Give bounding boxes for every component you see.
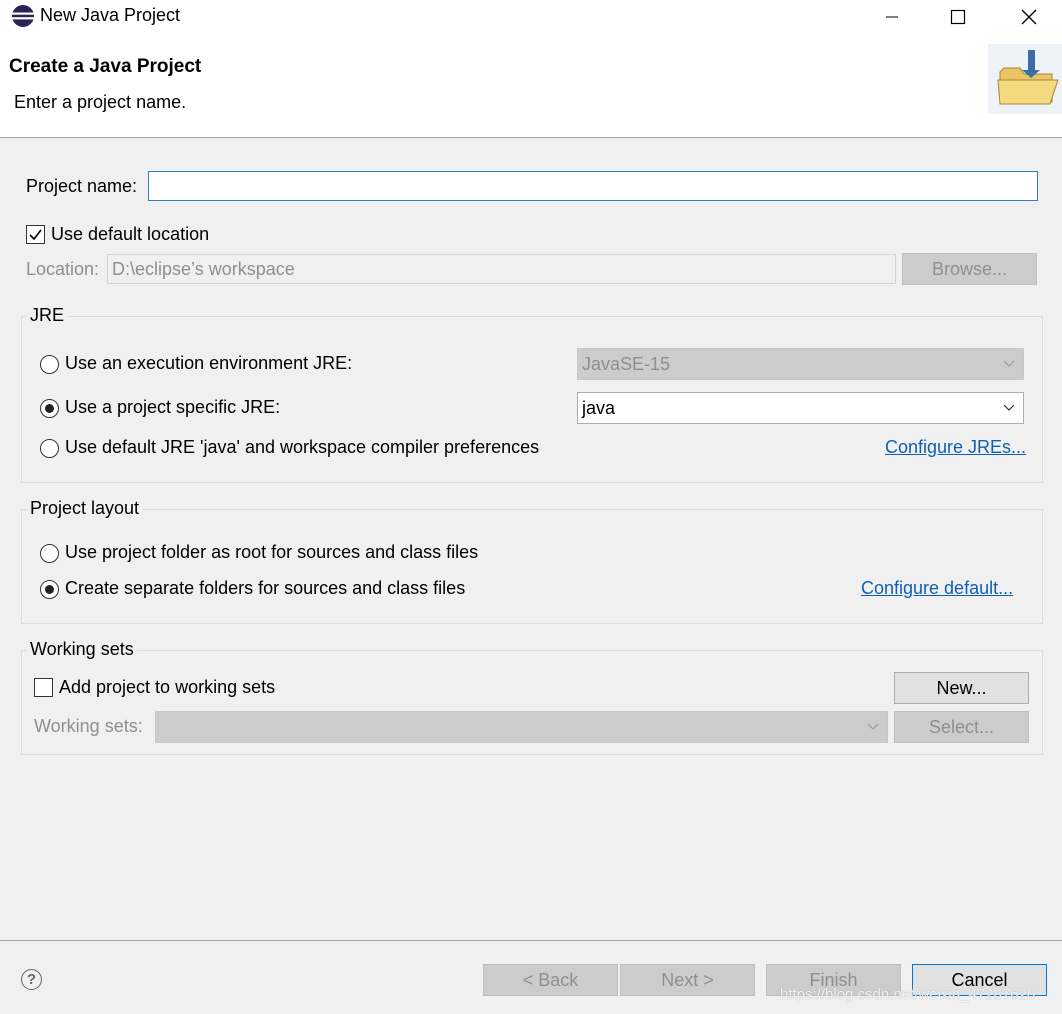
- layout-project-root-radio[interactable]: [40, 544, 59, 563]
- working-sets-group-title: Working sets: [27, 639, 137, 660]
- eclipse-icon: [12, 5, 34, 27]
- back-button[interactable]: < Back: [483, 964, 618, 996]
- project-layout-group-title: Project layout: [27, 498, 143, 519]
- select-working-sets-button[interactable]: Select...: [894, 711, 1029, 743]
- footer-divider: [0, 940, 1062, 941]
- location-input[interactable]: D:\eclipse’s workspace: [107, 254, 896, 284]
- maximize-icon: [950, 9, 966, 25]
- next-button[interactable]: Next >: [620, 964, 755, 996]
- project-name-label: Project name:: [26, 176, 138, 196]
- execution-env-value: JavaSE-15: [582, 354, 671, 374]
- jre-project-specific-radio[interactable]: [40, 399, 59, 418]
- maximize-button[interactable]: [928, 0, 988, 34]
- chevron-down-icon: [1003, 404, 1015, 411]
- jre-execution-env-radio[interactable]: [40, 355, 59, 374]
- location-label: Location:: [26, 259, 100, 279]
- help-icon[interactable]: ?: [21, 969, 42, 990]
- layout-separate-folders-radio[interactable]: [40, 580, 59, 599]
- minimize-button[interactable]: [862, 0, 922, 34]
- page-title: Create a Java Project: [9, 56, 202, 77]
- chevron-down-icon: [867, 723, 879, 730]
- jre-group-title: JRE: [27, 305, 68, 326]
- new-project-folder-icon: [988, 44, 1062, 114]
- use-default-location-label[interactable]: Use default location: [51, 224, 209, 245]
- title-bar: New Java Project: [0, 0, 1062, 34]
- configure-default-link[interactable]: Configure default...: [861, 578, 1013, 599]
- project-name-input[interactable]: [148, 171, 1038, 201]
- jre-default-label[interactable]: Use default JRE 'java' and workspace com…: [65, 437, 539, 458]
- project-layout-group: [21, 509, 1043, 624]
- jre-default-radio[interactable]: [40, 439, 59, 458]
- jre-execution-env-label[interactable]: Use an execution environment JRE:: [65, 353, 352, 374]
- working-sets-label: Working sets:: [34, 716, 143, 736]
- watermark-text: https://blog.csdn.net/weixin_47287620: [780, 986, 1036, 1003]
- close-button[interactable]: [999, 0, 1059, 34]
- page-message: Enter a project name.: [14, 92, 187, 112]
- layout-project-root-label[interactable]: Use project folder as root for sources a…: [65, 542, 478, 563]
- use-default-location-checkbox[interactable]: [26, 225, 45, 244]
- layout-separate-folders-label[interactable]: Create separate folders for sources and …: [65, 578, 465, 599]
- checkmark-icon: [29, 229, 42, 241]
- configure-jres-link[interactable]: Configure JREs...: [885, 437, 1026, 458]
- location-value: D:\eclipse’s workspace: [112, 259, 295, 279]
- new-working-set-button[interactable]: New...: [894, 672, 1029, 704]
- chevron-down-icon: [1003, 360, 1015, 367]
- wizard-banner: Create a Java Project Enter a project na…: [0, 34, 1062, 138]
- window-title: New Java Project: [40, 5, 181, 25]
- project-jre-value: java: [582, 398, 616, 418]
- add-to-working-sets-checkbox[interactable]: [34, 678, 53, 697]
- jre-project-specific-label[interactable]: Use a project specific JRE:: [65, 397, 280, 418]
- execution-env-select[interactable]: JavaSE-15: [577, 348, 1024, 380]
- browse-button[interactable]: Browse...: [902, 253, 1037, 285]
- minimize-icon: [886, 16, 898, 18]
- close-icon: [1021, 9, 1037, 25]
- working-sets-select[interactable]: [155, 711, 888, 743]
- project-jre-select[interactable]: java: [577, 392, 1024, 424]
- add-to-working-sets-label[interactable]: Add project to working sets: [59, 677, 275, 698]
